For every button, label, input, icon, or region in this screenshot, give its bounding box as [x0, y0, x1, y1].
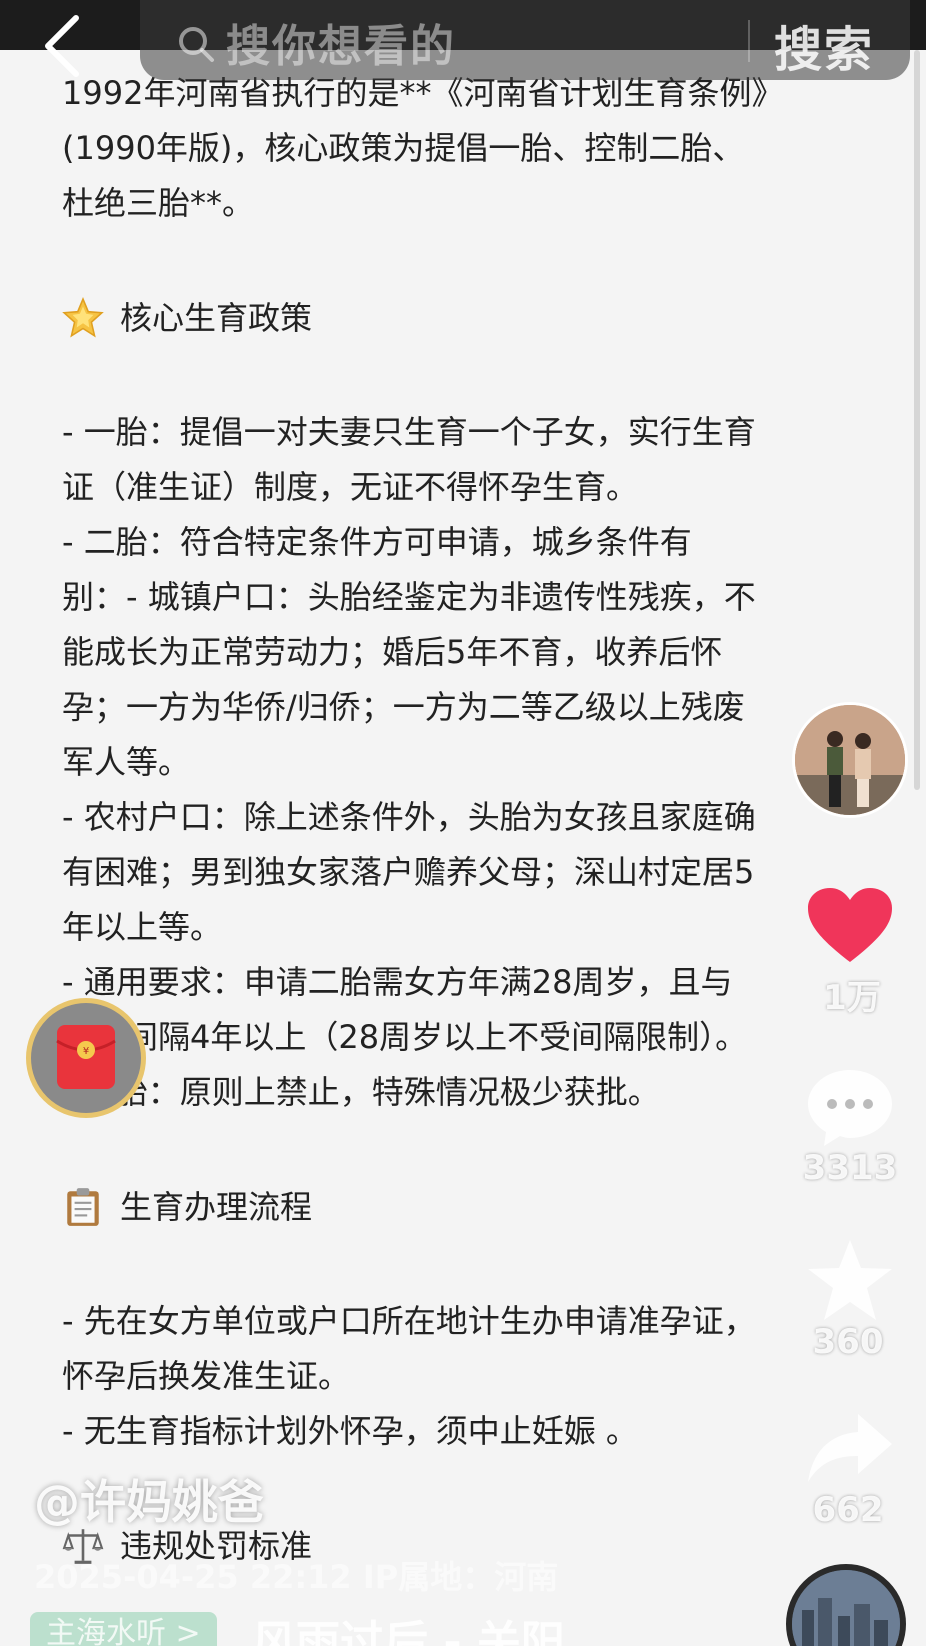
policy-line-1: - 一胎：提倡一对夫妻只生育一个子女，实行生育	[62, 413, 756, 451]
policy-line-13: - 三胎：原则上禁止，特殊情况极少获批。	[62, 1073, 660, 1111]
author-name[interactable]: @许妈姚爸	[34, 1466, 264, 1532]
policy-line-4: 别：- 城镇户口：头胎经鉴定为非遗传性残疾，不	[62, 578, 756, 616]
back-icon[interactable]	[38, 12, 92, 82]
bottom-tag[interactable]: 主海水听 >	[30, 1612, 217, 1646]
policy-line-5: 能成长为正常劳动力；婚后5年不育，收养后怀	[62, 633, 723, 671]
heart-icon[interactable]	[806, 886, 894, 966]
process-line-3: - 无生育指标计划外怀孕，须中止妊娠 。	[62, 1412, 638, 1450]
red-packet-button[interactable]: ¥	[26, 998, 146, 1118]
song-title[interactable]: 风雨过后 - 关阳	[252, 1606, 565, 1646]
scrollbar[interactable]	[914, 50, 920, 790]
search-bar[interactable]: 搜你想看的 搜索	[140, 0, 910, 80]
search-input[interactable]: 搜你想看的	[226, 10, 456, 74]
policy-line-11: - 通用要求：申请二胎需女方年满28周岁，且与	[62, 963, 733, 1001]
share-count: 662	[812, 1490, 884, 1530]
video-screen: 1992年河南省执行的是**《河南省计划生育条例》 (1990年版)，核心政策为…	[0, 0, 926, 1646]
policy-line-2: 证（准生证）制度，无证不得怀孕生育。	[62, 468, 639, 506]
policy-line-6: 孕；一方为华侨/归侨；一方为二等乙级以上残废	[62, 688, 745, 726]
clipboard-emoji-icon	[67, 1188, 99, 1226]
section-title-policy: 核心生育政策	[120, 298, 313, 337]
process-line-1: - 先在女方单位或户口所在地计生办申请准孕证，	[62, 1302, 756, 1340]
city-cover-icon	[792, 1570, 900, 1646]
intro-line-3: 杜绝三胎**。	[62, 184, 255, 222]
svg-text:¥: ¥	[83, 1046, 89, 1057]
red-packet-icon: ¥	[56, 1025, 116, 1089]
search-button[interactable]: 搜索	[774, 10, 874, 80]
policy-line-7: 军人等。	[62, 743, 191, 781]
section-heading-policy: 核心生育政策	[62, 288, 862, 348]
search-divider	[748, 20, 750, 62]
comment-icon[interactable]	[804, 1066, 896, 1148]
policy-line-12: 头胎间隔4年以上（28周岁以上不受间隔限制）。	[62, 1018, 748, 1056]
star-emoji-icon	[62, 297, 104, 338]
author-avatar[interactable]	[792, 702, 908, 818]
section-heading-process: 生育办理流程	[62, 1177, 862, 1237]
favorite-count: 360	[812, 1322, 884, 1362]
policy-line-10: 年以上等。	[62, 908, 223, 946]
post-meta: 2025-04-25 22:12 IP属地：河南	[34, 1558, 559, 1596]
policy-line-9: 有困难；男到独女家落户赡养父母；深山村定居5	[62, 853, 755, 891]
policy-line-8: - 农村户口：除上述条件外，头胎为女孩且家庭确	[62, 798, 756, 836]
document-content: 1992年河南省执行的是**《河南省计划生育条例》 (1990年版)，核心政策为…	[62, 66, 862, 1578]
process-line-2: 怀孕后换发准生证。	[62, 1357, 351, 1395]
section-title-process: 生育办理流程	[120, 1187, 313, 1226]
favorite-star-icon[interactable]	[804, 1236, 896, 1326]
search-icon	[179, 27, 214, 62]
intro-line-2: (1990年版)，核心政策为提倡一胎、控制二胎、	[62, 129, 745, 167]
avatar-photo-icon	[795, 705, 905, 815]
policy-line-3: - 二胎：符合特定条件方可申请，城乡条件有	[62, 523, 692, 561]
comment-count: 3313	[802, 1148, 898, 1188]
like-count: 1万	[823, 978, 881, 1018]
share-icon[interactable]	[806, 1410, 894, 1486]
